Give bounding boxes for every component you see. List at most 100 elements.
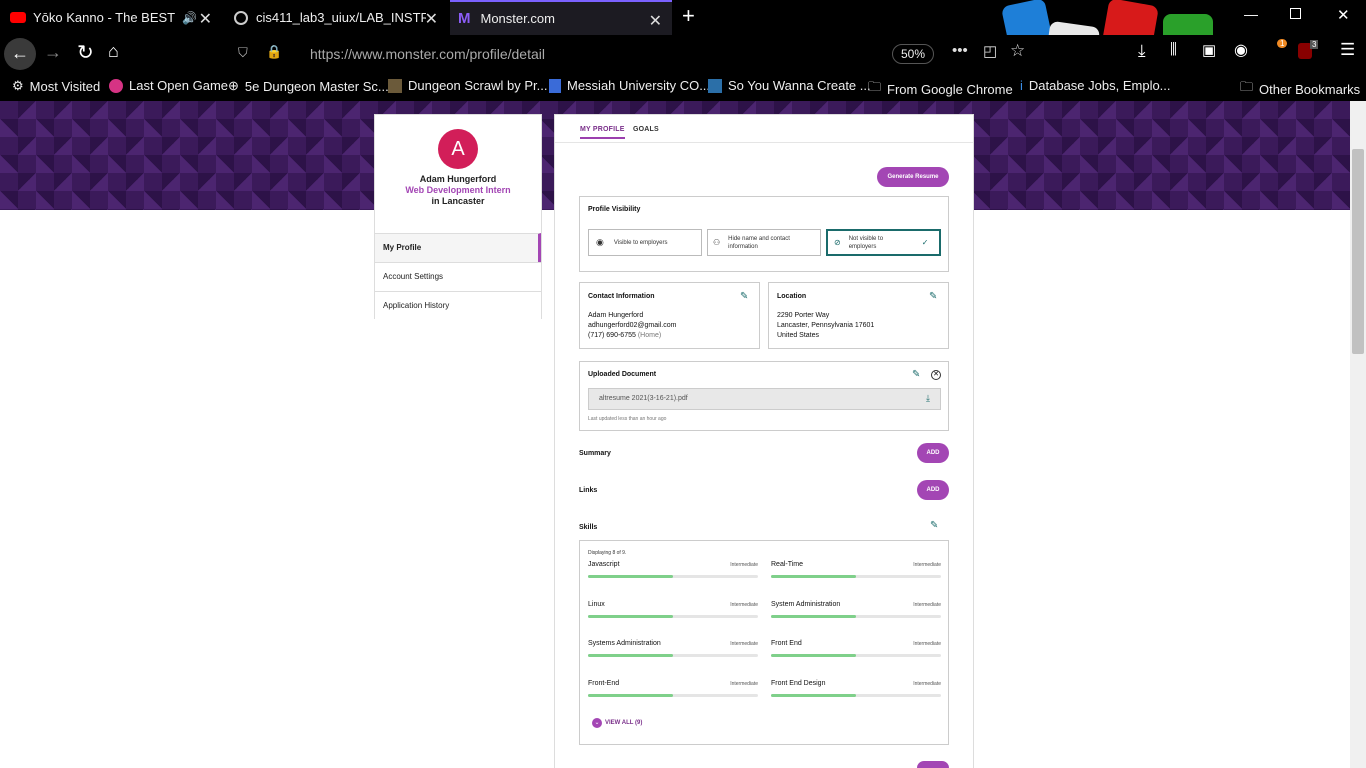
bookmark-create[interactable]: So You Wanna Create ... (708, 78, 871, 93)
location-street: 2290 Porter Way (777, 312, 830, 319)
view-all-skills-link[interactable]: ⌄ VIEW ALL (9) (592, 718, 642, 728)
menu-icon[interactable]: ☰ (1340, 40, 1355, 60)
tab-github[interactable]: cis411_lab3_uiux/LAB_INSTRUC ✕ (226, 0, 448, 35)
visibility-option-visible[interactable]: ◉ Visible to employers (588, 229, 702, 256)
bookmark-last-open-game[interactable]: Last Open Game (109, 78, 228, 93)
close-tab-icon[interactable]: ✕ (199, 9, 212, 29)
home-button[interactable]: ⌂ (108, 41, 119, 62)
sidebar-item-account-settings[interactable]: Account Settings (375, 262, 541, 291)
option-label: Not visible to employers (848, 235, 884, 250)
skills-card: Displaying 8 of 9. Javascript Intermediat… (579, 540, 949, 745)
contact-phone: (717) 690-6755 (Home) (588, 332, 662, 339)
bookmark-most-visited[interactable]: ⚙ Most Visited (12, 78, 100, 94)
reader-icon[interactable]: ▣ (1202, 41, 1216, 59)
tab-goals[interactable]: GOALS (633, 126, 659, 133)
tab-monster[interactable]: M Monster.com ✕ (450, 0, 672, 35)
remove-document-icon[interactable]: ✕ (931, 370, 941, 380)
close-tab-icon[interactable]: ✕ (649, 11, 662, 31)
reload-button[interactable]: ↻ (77, 40, 94, 65)
downloads-icon[interactable]: ⤓ (1138, 41, 1146, 61)
sidebar-item-application-history[interactable]: Application History (375, 291, 541, 320)
skill-name: Real-Time (771, 561, 804, 568)
url-bar[interactable]: ⛉ 🔒 https://www.monster.com/profile/deta… (228, 39, 946, 69)
new-tab-icon[interactable]: + (682, 3, 695, 29)
tab-title: Monster.com (480, 11, 555, 26)
github-icon (234, 10, 248, 25)
skill-progress-bar (771, 654, 941, 657)
skill-progress-fill (771, 654, 856, 657)
bookmark-dungeon-scrawl[interactable]: Dungeon Scrawl by Pr... (388, 78, 547, 93)
forward-button[interactable]: → (44, 42, 62, 63)
document-filename: altresume 2021(3-16-21).pdf (599, 395, 688, 402)
zoom-level[interactable]: 50% (892, 44, 935, 64)
links-heading: Links (579, 487, 598, 494)
bookmark-label: Database Jobs, Emplo... (1028, 78, 1171, 93)
document-file-row[interactable]: altresume 2021(3-16-21).pdf ⤓ (588, 388, 941, 410)
edit-contact-icon[interactable]: ✎ (740, 291, 748, 302)
url-text[interactable]: https://www.monster.com/profile/detail (310, 46, 545, 62)
contact-email: adhungerford02@gmail.com (588, 322, 677, 329)
pocket-icon[interactable]: ◰ (983, 42, 997, 60)
tab-title: cis411_lab3_uiux/LAB_INSTRUC (256, 10, 426, 25)
scrollbar-thumb[interactable] (1352, 149, 1364, 354)
skill-level: Intermediate (730, 601, 758, 608)
bookmark-other[interactable]: 🗀 Other Bookmarks (1240, 78, 1360, 100)
summary-heading: Summary (579, 450, 611, 457)
add-links-button[interactable]: ADD (917, 480, 949, 500)
back-button[interactable]: ← (4, 38, 36, 70)
skill-item: Real-Time Intermediate (771, 561, 941, 591)
visibility-option-hide-name[interactable]: ⚇ Hide name and contact information (707, 229, 821, 256)
page-scrollbar[interactable] (1350, 101, 1366, 768)
folder-icon: 🗀 (1240, 79, 1254, 94)
skill-name: System Administration (771, 600, 841, 608)
add-next-section-button[interactable] (917, 761, 949, 768)
skill-name: Front-End (588, 679, 620, 687)
add-summary-button[interactable]: ADD (917, 443, 949, 463)
skill-progress-fill (588, 575, 673, 578)
shield-icon: ⛉ (238, 45, 248, 60)
edit-skills-icon[interactable]: ✎ (930, 520, 938, 531)
skill-progress-fill (771, 575, 856, 578)
generate-resume-button[interactable]: Generate Resume (877, 167, 949, 187)
skill-name: Systems Administration (588, 640, 661, 647)
edit-location-icon[interactable]: ✎ (929, 291, 937, 302)
visibility-option-not-visible[interactable]: ⊘ Not visible to employers ✓ (826, 229, 941, 256)
edit-document-icon[interactable]: ✎ (912, 369, 920, 380)
library-icon[interactable]: ⫼ (1170, 41, 1177, 58)
location-city: Lancaster, Pennsylvania 17601 (777, 322, 875, 329)
skill-progress-fill (771, 614, 856, 618)
bookmark-star-icon[interactable]: ☆ (1010, 41, 1025, 61)
sidebar-item-my-profile[interactable]: My Profile (375, 233, 541, 262)
skill-level: Intermediate (913, 562, 941, 568)
skill-item: Front End Intermediate (771, 640, 941, 670)
tab-youtube[interactable]: Yōko Kanno - The BEST of Z 🔊 ✕ (0, 0, 222, 35)
profile-location: in Lancaster (431, 196, 485, 206)
bookmark-label: Last Open Game (129, 78, 228, 93)
account-icon[interactable]: ◉ (1234, 40, 1248, 60)
bookmark-dungeon-master[interactable]: ⊕ 5e Dungeon Master Sc... (228, 78, 389, 94)
location-country: United States (777, 332, 820, 339)
option-label: Hide name and contact information (728, 235, 790, 250)
bookmark-folder-chrome[interactable]: 🗀 From Google Chrome (868, 78, 1013, 100)
avatar: A (438, 129, 478, 169)
contact-heading: Contact Information (588, 293, 655, 300)
navigation-toolbar: ← → ↻ ⌂ ⛉ 🔒 https://www.monster.com/prof… (0, 35, 1366, 73)
bookmark-database-jobs[interactable]: i Database Jobs, Emplo... (1020, 78, 1171, 93)
close-window-icon[interactable]: ✕ (1337, 6, 1350, 24)
people-icon: ⚇ (713, 238, 721, 247)
page-content: A Adam Hungerford Web Development Intern… (0, 101, 1366, 768)
download-icon[interactable]: ⤓ (926, 393, 930, 404)
close-tab-icon[interactable]: ✕ (425, 9, 438, 29)
contact-information-card: Contact Information ✎ Adam Hungerford ad… (579, 282, 760, 349)
folder-icon: 🗀 (868, 79, 882, 94)
restore-icon[interactable] (1290, 8, 1301, 19)
bookmark-messiah[interactable]: Messiah University CO... (549, 78, 710, 93)
minimize-icon[interactable]: — (1244, 6, 1258, 22)
more-icon[interactable]: ••• (952, 42, 968, 59)
skill-level: Intermediate (913, 641, 941, 647)
tab-my-profile[interactable]: MY PROFILE (580, 126, 625, 139)
document-updated: Last updated less than an hour ago (588, 416, 667, 422)
speaker-icon[interactable]: 🔊 (182, 11, 197, 25)
profile-visibility-card: Profile Visibility ◉ Visible to employer… (579, 196, 949, 272)
skill-name: Front End (771, 640, 802, 647)
